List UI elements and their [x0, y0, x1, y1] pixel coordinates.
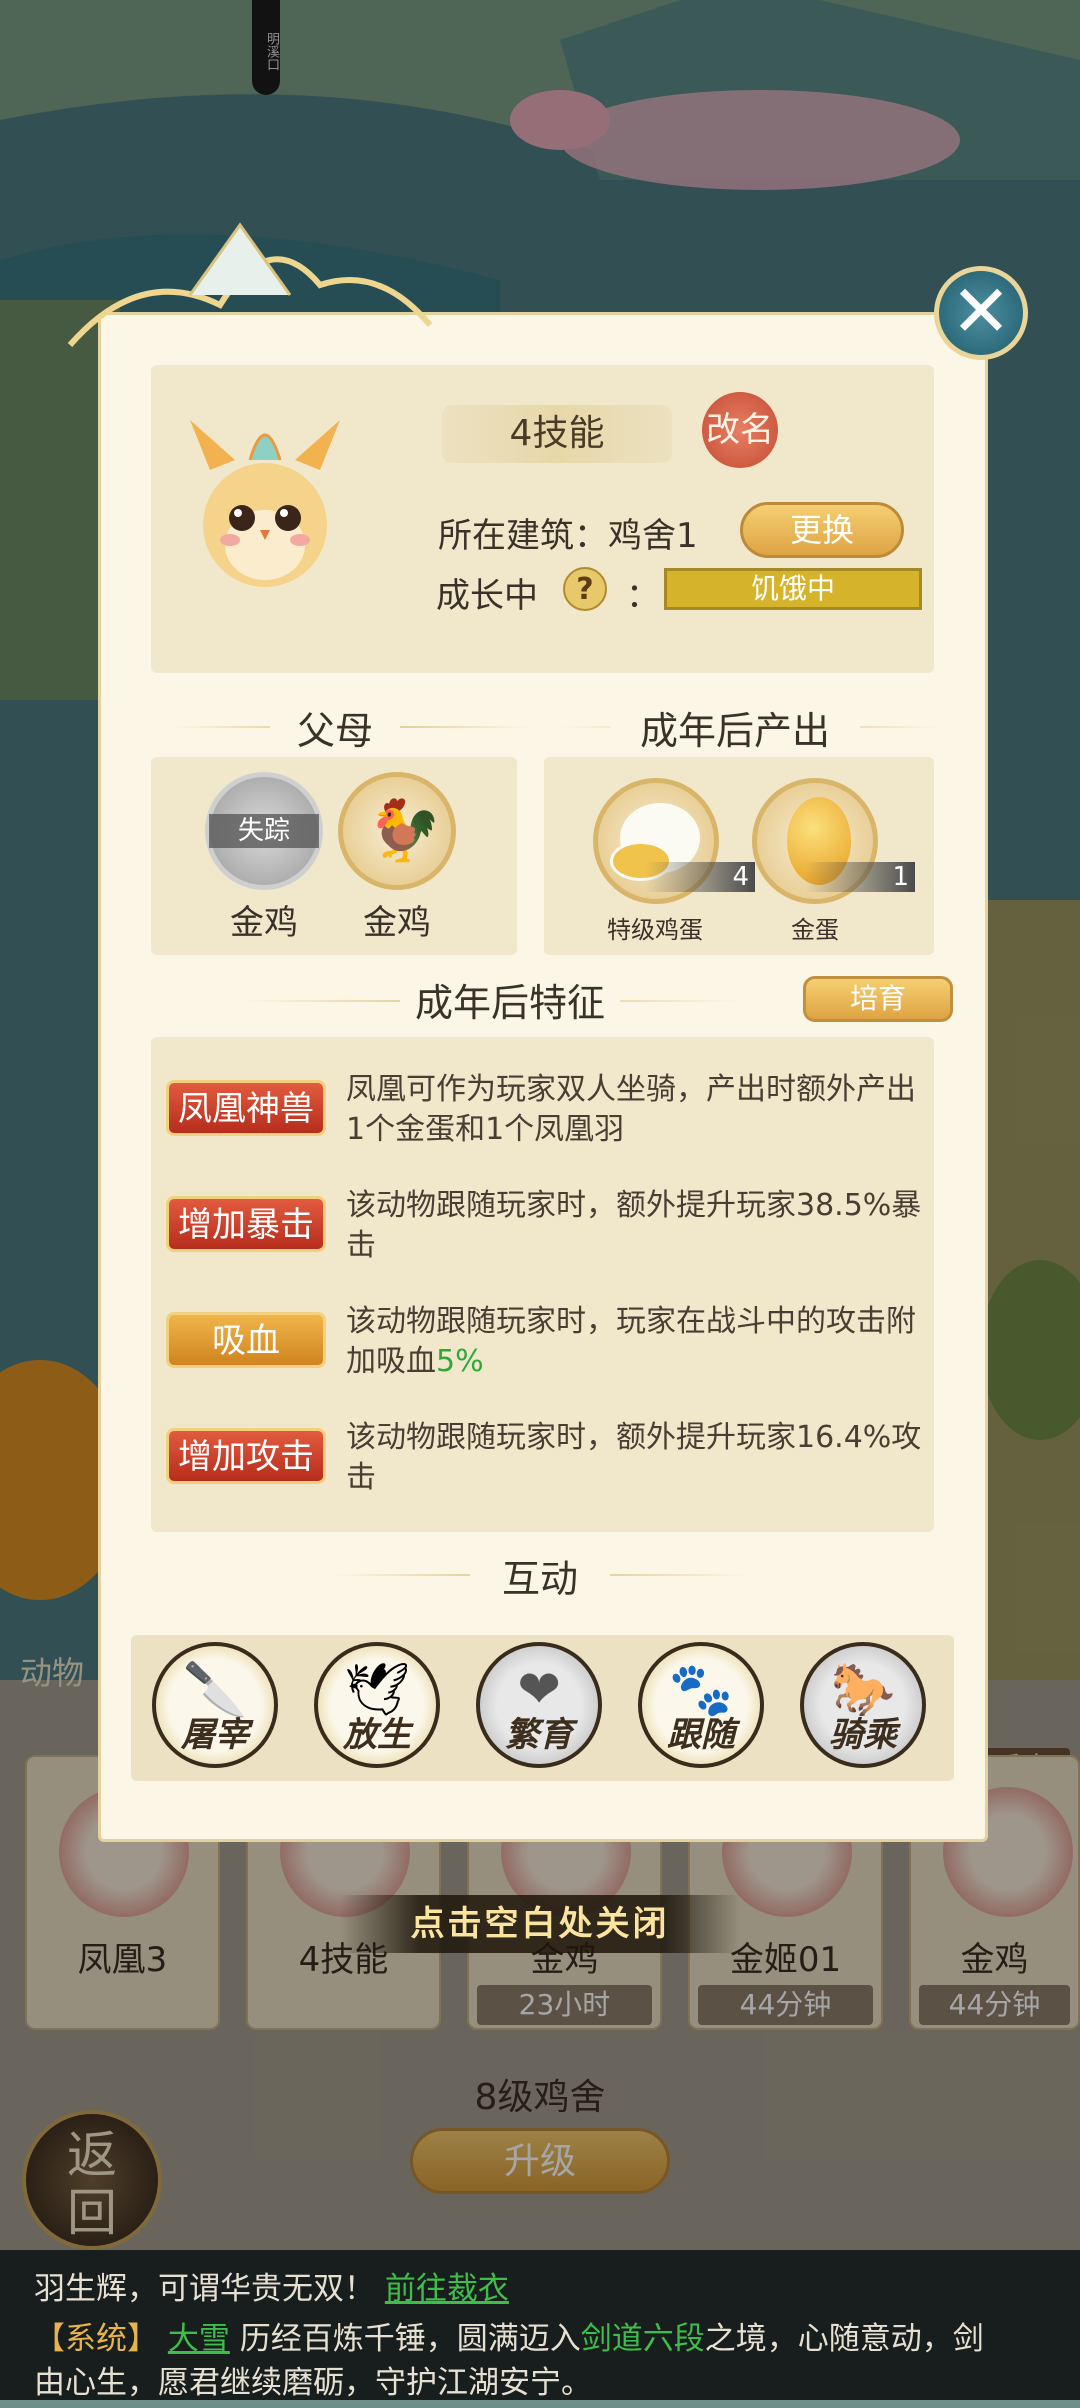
skill-count-badge: 4技能 [442, 405, 672, 463]
missing-tag: 失踪 [209, 814, 319, 848]
chat-link[interactable]: 前往裁衣 [385, 2271, 509, 2307]
parent-name: 金鸡 [230, 903, 298, 943]
growth-colon: ： [626, 576, 660, 616]
breed-action-button[interactable]: ❤ 繁育 [476, 1642, 602, 1768]
trait-tag: 增加攻击 [166, 1428, 326, 1484]
chat-channel: 【系统】 [34, 2321, 158, 2357]
trait-description: 该动物跟随玩家时，玩家在战斗中的攻击附加吸血5% [346, 1302, 926, 1382]
output-name: 特级鸡蛋 [607, 916, 703, 944]
chat-text: 历经百炼千锤，圆满迈入 [229, 2321, 581, 2357]
action-label: 放生 [343, 1715, 411, 1755]
follow-button[interactable]: 🐾 跟随 [638, 1642, 764, 1768]
chat-line: 由心生，愿君继续磨砺，守护江湖安宁。 [34, 2365, 592, 2401]
parent-rooster-icon[interactable]: 🐓 [338, 772, 456, 890]
hunger-status-bar: 饥饿中 [664, 568, 922, 610]
parent-name: 金鸡 [363, 903, 431, 943]
action-label: 繁育 [505, 1715, 573, 1755]
chat-highlight: 剑道六段 [580, 2321, 705, 2357]
help-icon[interactable]: ? [563, 567, 607, 611]
trait-description-text: 该动物跟随玩家时，玩家在战斗中的攻击附加吸血 [346, 1304, 916, 1379]
trait-description: 凤凰可作为玩家双人坐骑，产出时额外产出1个金蛋和1个凤凰羽 [346, 1072, 916, 1147]
chat-text: 羽生辉，可谓华贵无双！ [34, 2271, 375, 2307]
traits-title: 成年后特征 [400, 972, 620, 1027]
tap-to-close-hint: 点击空白处关闭 [340, 1895, 740, 1953]
trait-tag: 增加暴击 [166, 1196, 326, 1252]
release-button[interactable]: 🕊 放生 [314, 1642, 440, 1768]
chat-line: 【系统】 大雪 历经百炼千锤，圆满迈入剑道六段之境，心随意动，剑 [34, 2314, 1046, 2364]
breed-button[interactable]: 培育 [803, 976, 953, 1022]
trait-description: 该动物跟随玩家时，额外提升玩家16.4%攻击 [346, 1420, 922, 1495]
output-title: 成年后产出 [610, 700, 860, 755]
action-label: 屠宰 [181, 1715, 249, 1755]
slaughter-button[interactable]: 🔪 屠宰 [152, 1642, 278, 1768]
growth-status-label: 成长中 [436, 576, 538, 616]
action-label: 骑乘 [829, 1715, 897, 1755]
rename-button[interactable]: 改名 [702, 392, 778, 468]
interact-title: 互动 [470, 1548, 610, 1603]
trait-highlight-value: 5% [436, 1344, 484, 1379]
premium-egg-qty: 4 [645, 862, 755, 892]
phoenix-chick-icon [190, 420, 340, 587]
chat-panel[interactable]: 羽生辉，可谓华贵无双！ 前往裁衣 【系统】 大雪 历经百炼千锤，圆满迈入剑道六段… [0, 2250, 1080, 2401]
chat-user-link[interactable]: 大雪 [168, 2321, 230, 2357]
chat-text: 之境，心随意动，剑 [704, 2321, 984, 2357]
action-label: 跟随 [667, 1715, 735, 1755]
trait-tag: 凤凰神兽 [166, 1080, 326, 1136]
chat-line: 羽生辉，可谓华贵无双！ 前往裁衣 [34, 2264, 1046, 2314]
parents-title: 父母 [270, 700, 400, 755]
building-label: 所在建筑：鸡舍1 [438, 516, 698, 556]
cloud-ornament-icon [67, 222, 433, 347]
swap-building-button[interactable]: 更换 [740, 502, 904, 558]
output-name: 金蛋 [791, 916, 839, 944]
close-icon[interactable]: ✕ [934, 266, 1028, 360]
ride-button[interactable]: 🐎 骑乘 [800, 1642, 926, 1768]
golden-egg-qty: 1 [805, 862, 915, 892]
trait-description: 该动物跟随玩家时，额外提升玩家38.5%暴击 [346, 1188, 922, 1263]
trait-tag: 吸血 [166, 1312, 326, 1368]
